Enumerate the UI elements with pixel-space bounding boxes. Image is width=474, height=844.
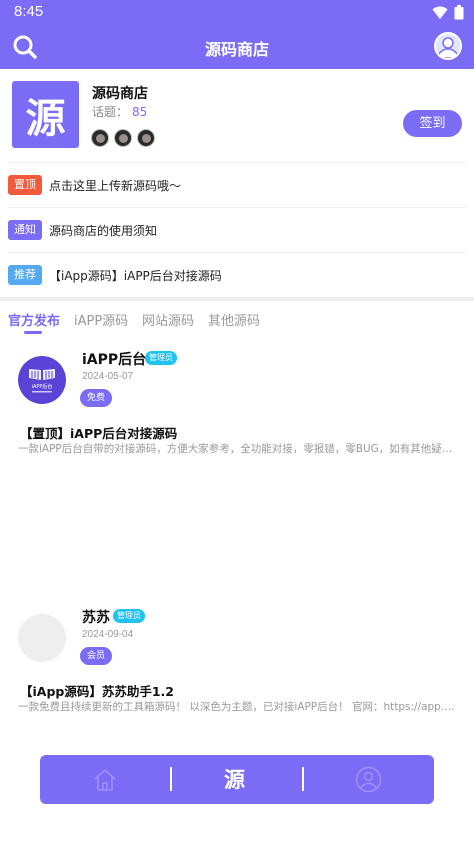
post-avatar[interactable]: iAPP后台 bbox=[18, 356, 66, 404]
nav-separator bbox=[170, 767, 172, 791]
post-description[interactable]: 一款免费且持续更新的工具箱源码！ 以深色为主题，已对接iAPP后台！ 官网：ht… bbox=[18, 699, 456, 714]
tab-official[interactable]: 官方发布 bbox=[8, 310, 60, 329]
battery-icon bbox=[454, 5, 464, 20]
avatar-text: iAPP后台 bbox=[32, 383, 53, 390]
user-icon[interactable] bbox=[355, 766, 382, 793]
post-author[interactable]: iAPP后台 bbox=[82, 349, 146, 369]
home-icon[interactable] bbox=[92, 767, 118, 793]
post-date: 2024-09-04 bbox=[82, 629, 134, 640]
tab-indicator bbox=[24, 331, 42, 334]
tab-other[interactable]: 其他源码 bbox=[208, 310, 260, 329]
post-title[interactable]: 【置顶】iAPP后台对接源码 bbox=[20, 423, 177, 442]
post-avatar[interactable] bbox=[18, 614, 66, 662]
role-badge: 管理员 bbox=[145, 351, 177, 365]
topics-label: 话题： bbox=[92, 105, 129, 119]
role-badge: 管理员 bbox=[113, 609, 145, 623]
post-description[interactable]: 一款iAPP后台自带的对接源码，方便大家参考，全功能对接，零报错，零BUG，如有… bbox=[18, 441, 456, 456]
notice-tag: 推荐 bbox=[8, 265, 42, 285]
notice-item-pinned[interactable]: 置顶 点击这里上传新源码哦～ bbox=[8, 162, 466, 206]
post-date: 2024-05-07 bbox=[82, 371, 134, 382]
notice-item-recommend[interactable]: 推荐 【iApp源码】iAPP后台对接源码 bbox=[8, 252, 466, 296]
page-title: 源码商店 bbox=[204, 40, 269, 59]
member-avatar[interactable] bbox=[114, 129, 132, 147]
member-avatars bbox=[91, 129, 155, 147]
notice-tag: 置顶 bbox=[8, 175, 42, 195]
notice-tag: 通知 bbox=[8, 220, 42, 240]
tab-website[interactable]: 网站源码 bbox=[142, 310, 194, 329]
section-divider bbox=[0, 297, 474, 301]
store-topics: 话题： 85 bbox=[92, 103, 147, 120]
topics-count: 85 bbox=[132, 105, 148, 119]
post-price-chip: 会员 bbox=[80, 647, 113, 665]
notice-text: 源码商店的使用须知 bbox=[49, 224, 158, 238]
notice-text: 【iApp源码】iAPP后台对接源码 bbox=[49, 269, 222, 283]
status-icons bbox=[432, 5, 464, 20]
nav-store-button[interactable]: 源 bbox=[224, 764, 245, 794]
wifi-icon bbox=[432, 6, 448, 19]
store-logo: 源 bbox=[12, 81, 79, 148]
book-logo-icon: iAPP后台 bbox=[29, 369, 55, 393]
status-time: 8:45 bbox=[14, 3, 44, 20]
member-avatar[interactable] bbox=[137, 129, 155, 147]
post-title[interactable]: 【iApp源码】苏苏助手1.2 bbox=[20, 681, 174, 700]
bottom-navigation: 源 bbox=[40, 755, 434, 804]
avatar-icon[interactable] bbox=[434, 32, 462, 60]
post-price-chip: 免费 bbox=[80, 389, 113, 407]
notice-item-notify[interactable]: 通知 源码商店的使用须知 bbox=[8, 207, 466, 251]
nav-separator bbox=[302, 767, 304, 791]
category-tabs: 官方发布 iAPP源码 网站源码 其他源码 bbox=[0, 302, 474, 336]
status-bar: 8:45 bbox=[0, 0, 474, 24]
member-avatar[interactable] bbox=[91, 129, 109, 147]
app-bar: 源码商店 bbox=[0, 24, 474, 69]
notice-text: 点击这里上传新源码哦～ bbox=[49, 179, 182, 193]
store-name: 源码商店 bbox=[92, 86, 148, 102]
tab-iapp[interactable]: iAPP源码 bbox=[74, 310, 128, 329]
checkin-button[interactable]: 签到 bbox=[403, 110, 462, 137]
post-author[interactable]: 苏苏 bbox=[82, 607, 110, 627]
